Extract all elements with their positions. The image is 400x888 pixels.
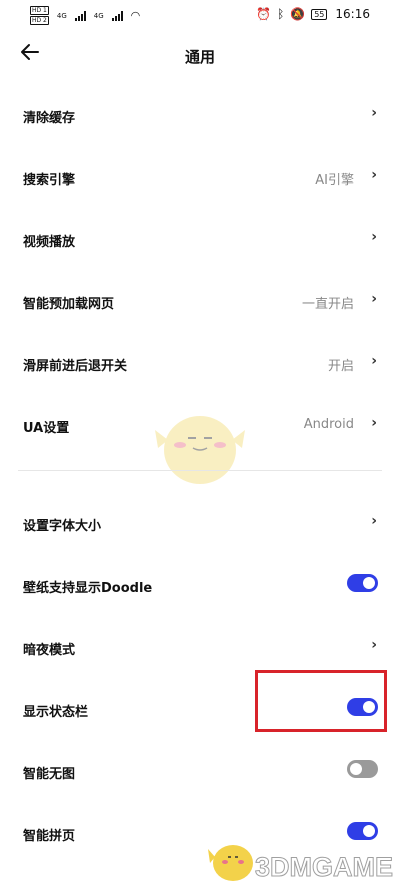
setting-label: 智能拼页 [23,829,76,844]
setting-label: 设置字体大小 [23,519,102,534]
setting-label: 智能无图 [23,767,76,782]
chevron-right-icon: › [371,167,377,183]
setting-label: 清除缓存 [23,111,76,126]
signal-icon-2 [111,10,123,21]
setting-font-size[interactable]: 设置字体大小 › [0,503,400,543]
network-type-1: 4G [56,11,67,20]
chevron-right-icon: › [371,353,377,369]
setting-label: 暗夜模式 [23,643,76,658]
setting-smart-no-image: 智能无图 [0,751,400,791]
chevron-right-icon: › [371,229,377,245]
setting-label: 壁纸支持显示Doodle [23,581,153,596]
mute-icon: 🔕 [290,7,306,21]
setting-video-playback[interactable]: 视频播放 › [0,219,400,259]
setting-label: 智能预加载网页 [23,297,115,312]
app-header: 通用 [0,30,400,82]
battery-icon: 55 [311,8,328,20]
toggle-knob [350,763,362,775]
status-bar: HD 1 HD 2 4G 4G ◠ ⏰ ᛒ 🔕 55 16:16 [0,0,400,30]
setting-wallpaper-doodle: 壁纸支持显示Doodle [0,565,400,605]
setting-value: 开启 [327,359,354,374]
setting-value: Android [303,417,354,432]
setting-smart-page-join: 智能拼页 [0,813,400,853]
setting-label: 滑屏前进后退开关 [23,359,128,374]
setting-value: AI引擎 [315,173,354,188]
setting-clear-cache[interactable]: 清除缓存 › [0,95,400,135]
highlight-box [255,670,387,732]
mascot-watermark-icon [155,416,245,484]
setting-value: 一直开启 [301,297,354,312]
watermark-logo-icon [208,845,253,881]
setting-night-mode[interactable]: 暗夜模式 › [0,627,400,667]
setting-label: 视频播放 [23,235,76,250]
section-divider [18,470,382,471]
sim1-indicator: HD 1 [30,6,49,15]
sim2-indicator: HD 2 [30,16,49,25]
sim-indicators: HD 1 HD 2 [30,6,49,25]
status-bar-left: HD 1 HD 2 4G 4G ◠ [30,6,140,25]
chevron-right-icon: › [371,105,377,121]
clock: 16:16 [335,7,370,21]
setting-label: 显示状态栏 [23,705,89,720]
setting-smart-preload[interactable]: 智能预加载网页 一直开启 › [0,281,400,321]
setting-search-engine[interactable]: 搜索引擎 AI引擎 › [0,157,400,197]
toggle-knob [363,577,375,589]
network-type-2: 4G [93,11,104,20]
alarm-icon: ⏰ [256,7,272,21]
no-image-toggle[interactable] [347,760,378,778]
watermark-text: 3DMGAME [254,852,394,883]
signal-icon-1 [74,10,86,21]
chevron-right-icon: › [371,415,377,431]
chevron-right-icon: › [371,513,377,529]
bluetooth-icon: ᛒ [277,7,285,21]
wifi-icon: ◠ [130,9,141,22]
doodle-toggle[interactable] [347,574,378,592]
chevron-right-icon: › [371,637,377,653]
page-title: 通用 [184,48,215,66]
status-bar-right: ⏰ ᛒ 🔕 55 16:16 [256,7,370,21]
setting-label: UA设置 [23,421,70,436]
page-join-toggle[interactable] [347,822,378,840]
toggle-knob [363,825,375,837]
setting-swipe-navigation[interactable]: 滑屏前进后退开关 开启 › [0,343,400,383]
chevron-right-icon: › [371,291,377,307]
setting-label: 搜索引擎 [23,173,76,188]
